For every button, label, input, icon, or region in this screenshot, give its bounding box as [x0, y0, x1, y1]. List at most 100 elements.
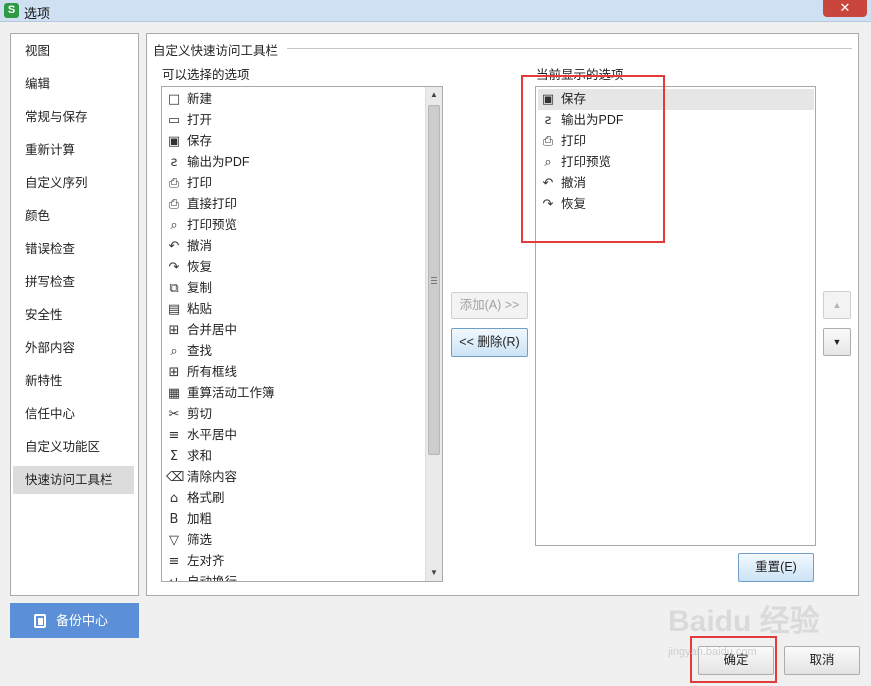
- item-label: 保存: [561, 92, 587, 106]
- item-icon: ⧉: [169, 281, 179, 296]
- item-label: 复制: [187, 281, 213, 295]
- list-item[interactable]: ↷ 恢复: [164, 257, 424, 278]
- options-nav: 视图编辑常规与保存重新计算自定义序列颜色错误检查拼写检查安全性外部内容新特性信任…: [10, 33, 139, 596]
- nav-item[interactable]: 新特性: [13, 367, 134, 395]
- item-label: 筛选: [187, 533, 213, 547]
- item-label: 打印: [187, 176, 213, 190]
- cancel-button[interactable]: 取消: [784, 646, 860, 675]
- list-item[interactable]: ⌂ 格式刷: [164, 488, 424, 509]
- item-icon: ⌫: [166, 470, 185, 485]
- item-label: 水平居中: [187, 428, 238, 442]
- item-icon: ⊞: [168, 365, 180, 380]
- item-icon: Σ: [169, 449, 179, 464]
- reset-button[interactable]: 重置(E): [738, 553, 814, 582]
- list-item[interactable]: ƨ 输出为PDF: [538, 110, 814, 131]
- list-item[interactable]: ⊞ 合并居中: [164, 320, 424, 341]
- list-item[interactable]: ⌫ 清除内容: [164, 467, 424, 488]
- item-label: 新建: [187, 92, 213, 106]
- item-icon: ⎙: [542, 134, 554, 149]
- item-icon: ƨ: [544, 113, 552, 128]
- list-item[interactable]: ▽ 筛选: [164, 530, 424, 551]
- list-item[interactable]: ⎙ 打印: [538, 131, 814, 152]
- item-icon: ⌂: [169, 491, 179, 506]
- list-item[interactable]: ⌕ 查找: [164, 341, 424, 362]
- nav-item[interactable]: 自定义序列: [13, 169, 134, 197]
- list-item[interactable]: ⌕ 打印预览: [538, 152, 814, 173]
- current-options-list[interactable]: ▣ 保存 ƨ 输出为PDF ⎙ 打印 ⌕ 打印预览 ↶ 撤消 ↷ 恢复: [535, 86, 816, 546]
- item-icon: ▭: [167, 113, 181, 128]
- nav-item[interactable]: 重新计算: [13, 136, 134, 164]
- list-item[interactable]: ↶ 撤消: [538, 173, 814, 194]
- list-item[interactable]: ⎙ 打印: [164, 173, 424, 194]
- list-item[interactable]: ⎙ 直接打印: [164, 194, 424, 215]
- group-title: 自定义快速访问工具栏: [153, 40, 283, 59]
- list-item[interactable]: ≡ 水平居中: [164, 425, 424, 446]
- item-icon: ▽: [169, 533, 179, 548]
- list-item[interactable]: ⧉ 复制: [164, 278, 424, 299]
- backup-icon: [34, 614, 46, 628]
- list-item[interactable]: ↷ 恢复: [538, 194, 814, 215]
- move-up-icon[interactable]: ▲: [823, 291, 851, 319]
- current-options-label: 当前显示的选项: [536, 68, 624, 82]
- available-list-scrollbar[interactable]: ▲ ▼: [425, 87, 442, 581]
- nav-item[interactable]: 自定义功能区: [13, 433, 134, 461]
- list-item[interactable]: □ 新建: [164, 89, 424, 110]
- nav-item[interactable]: 错误检查: [13, 235, 134, 263]
- item-label: 打开: [187, 113, 213, 127]
- item-icon: ↶: [168, 239, 180, 254]
- list-item[interactable]: ✂ 剪切: [164, 404, 424, 425]
- nav-item[interactable]: 编辑: [13, 70, 134, 98]
- group-divider: [287, 48, 852, 49]
- available-options-list[interactable]: ▲ ▼ □ 新建 ▭ 打开 ▣ 保存 ƨ 输出为PDF ⎙ 打印 ⎙ 直接打印 ⌕ 打印预览 ↶ 撤消 ↷ 恢复 ⧉…: [161, 86, 443, 582]
- nav-item[interactable]: 常规与保存: [13, 103, 134, 131]
- item-icon: ✂: [168, 407, 180, 422]
- list-item[interactable]: ▤ 粘贴: [164, 299, 424, 320]
- nav-item[interactable]: 安全性: [13, 301, 134, 329]
- list-item[interactable]: Σ 求和: [164, 446, 424, 467]
- item-label: 清除内容: [187, 470, 238, 484]
- list-item[interactable]: ▭ 打开: [164, 110, 424, 131]
- list-item[interactable]: ⊞ 所有框线: [164, 362, 424, 383]
- list-item[interactable]: ↶ 撤消: [164, 236, 424, 257]
- scroll-down-icon[interactable]: ▼: [426, 565, 442, 581]
- item-icon: ⊞: [168, 323, 180, 338]
- item-label: 撤消: [561, 176, 587, 190]
- nav-item[interactable]: 视图: [13, 37, 134, 65]
- wps-app-icon: S: [4, 3, 19, 18]
- item-label: 重算活动工作簿: [187, 386, 275, 400]
- item-icon: ↷: [542, 197, 554, 212]
- item-icon: ⌕: [170, 344, 178, 359]
- item-icon: ƨ: [170, 155, 178, 170]
- remove-button[interactable]: << 删除(R): [451, 328, 528, 357]
- item-label: 输出为PDF: [561, 113, 624, 127]
- item-label: 左对齐: [187, 554, 225, 568]
- list-item[interactable]: ▦ 重算活动工作簿: [164, 383, 424, 404]
- item-label: 自动换行: [187, 575, 238, 582]
- ok-button[interactable]: 确定: [698, 646, 774, 675]
- list-item[interactable]: B 加粗: [164, 509, 424, 530]
- add-button[interactable]: 添加(A) >>: [451, 292, 528, 319]
- nav-item[interactable]: 拼写检查: [13, 268, 134, 296]
- list-item[interactable]: ⌕ 打印预览: [164, 215, 424, 236]
- nav-item[interactable]: 快速访问工具栏: [13, 466, 134, 494]
- nav-item[interactable]: 颜色: [13, 202, 134, 230]
- item-icon: ⌕: [170, 218, 178, 233]
- list-item[interactable]: ▣ 保存: [538, 89, 814, 110]
- close-icon[interactable]: ✕: [823, 0, 867, 17]
- list-item[interactable]: ≡ 左对齐: [164, 551, 424, 572]
- move-down-icon[interactable]: ▼: [823, 328, 851, 356]
- item-label: 加粗: [187, 512, 213, 526]
- nav-item[interactable]: 外部内容: [13, 334, 134, 362]
- scroll-up-icon[interactable]: ▲: [426, 87, 442, 103]
- item-label: 撤消: [187, 239, 213, 253]
- nav-item[interactable]: 信任中心: [13, 400, 134, 428]
- backup-center-button[interactable]: 备份中心: [10, 603, 139, 638]
- item-label: 合并居中: [187, 323, 238, 337]
- scrollbar-thumb[interactable]: [428, 105, 440, 455]
- list-item[interactable]: ↵ 自动换行: [164, 572, 424, 582]
- list-item[interactable]: ƨ 输出为PDF: [164, 152, 424, 173]
- item-label: 查找: [187, 344, 213, 358]
- list-item[interactable]: ▣ 保存: [164, 131, 424, 152]
- item-icon: ⎙: [168, 197, 180, 212]
- item-label: 恢复: [561, 197, 587, 211]
